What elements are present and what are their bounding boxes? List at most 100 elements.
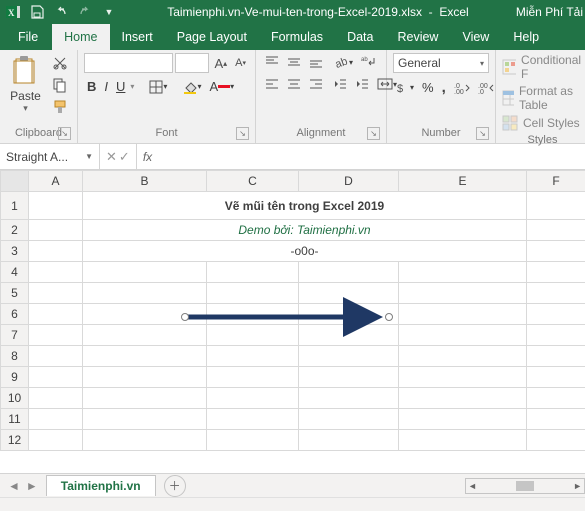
tab-formulas[interactable]: Formulas bbox=[259, 24, 335, 50]
font-size-combo[interactable] bbox=[175, 53, 209, 73]
col-header-f[interactable]: F bbox=[527, 171, 585, 192]
shape-handle-right[interactable] bbox=[385, 313, 393, 321]
row-header-3[interactable]: 3 bbox=[1, 241, 29, 262]
redo-icon[interactable] bbox=[74, 2, 96, 22]
comma-button[interactable]: , bbox=[439, 77, 449, 98]
name-box[interactable]: Straight A... ▼ bbox=[0, 144, 100, 169]
cell[interactable] bbox=[29, 283, 83, 304]
shape-handle-left[interactable] bbox=[181, 313, 189, 321]
row-header-8[interactable]: 8 bbox=[1, 346, 29, 367]
qat-dropdown-icon[interactable]: ▼ bbox=[98, 2, 120, 22]
cell[interactable] bbox=[29, 430, 83, 451]
col-header-d[interactable]: D bbox=[299, 171, 399, 192]
cell[interactable] bbox=[527, 325, 585, 346]
paste-button[interactable]: Paste ▾ bbox=[6, 53, 45, 123]
row-header-1[interactable]: 1 bbox=[1, 192, 29, 220]
wrap-text-button[interactable]: ab bbox=[358, 53, 380, 71]
cell[interactable] bbox=[83, 283, 207, 304]
decrease-decimal-button[interactable]: .00.0 bbox=[475, 79, 497, 97]
cell[interactable] bbox=[299, 262, 399, 283]
horizontal-scrollbar[interactable]: ◄ ► bbox=[465, 478, 585, 494]
cell[interactable] bbox=[299, 409, 399, 430]
decrease-font-button[interactable]: A▾ bbox=[232, 55, 249, 71]
align-center-button[interactable] bbox=[284, 75, 304, 93]
cancel-formula-button[interactable]: ✕ bbox=[106, 149, 117, 165]
row-header-12[interactable]: 12 bbox=[1, 430, 29, 451]
underline-button[interactable]: U bbox=[113, 77, 128, 96]
fx-label[interactable]: fx bbox=[137, 144, 158, 169]
align-left-button[interactable] bbox=[262, 75, 282, 93]
row-header-2[interactable]: 2 bbox=[1, 220, 29, 241]
tab-page-layout[interactable]: Page Layout bbox=[165, 24, 259, 50]
italic-button[interactable]: I bbox=[101, 77, 111, 96]
tab-file[interactable]: File bbox=[4, 24, 52, 50]
row-header-11[interactable]: 11 bbox=[1, 409, 29, 430]
cell[interactable] bbox=[399, 430, 527, 451]
cell[interactable] bbox=[527, 283, 585, 304]
row-header-10[interactable]: 10 bbox=[1, 388, 29, 409]
orientation-button[interactable]: ab▾ bbox=[332, 53, 356, 71]
cell[interactable] bbox=[29, 220, 83, 241]
align-middle-button[interactable] bbox=[284, 53, 304, 71]
font-name-combo[interactable] bbox=[84, 53, 173, 73]
format-as-table-button[interactable]: Format as Table bbox=[502, 84, 583, 112]
clipboard-launcher-icon[interactable]: ↘ bbox=[58, 127, 71, 140]
cell[interactable] bbox=[527, 346, 585, 367]
tab-review[interactable]: Review bbox=[385, 24, 450, 50]
increase-decimal-button[interactable]: .0.00 bbox=[451, 79, 473, 97]
cell[interactable] bbox=[527, 388, 585, 409]
tab-help[interactable]: Help bbox=[501, 24, 551, 50]
cell[interactable] bbox=[29, 367, 83, 388]
col-header-e[interactable]: E bbox=[399, 171, 527, 192]
sheet-nav-next-icon[interactable]: ► bbox=[26, 479, 38, 493]
cell[interactable] bbox=[29, 192, 83, 220]
col-header-a[interactable]: A bbox=[29, 171, 83, 192]
bold-button[interactable]: B bbox=[84, 77, 99, 96]
cell[interactable] bbox=[399, 325, 527, 346]
align-top-button[interactable] bbox=[262, 53, 282, 71]
cell[interactable] bbox=[207, 262, 299, 283]
increase-font-button[interactable]: A▴ bbox=[211, 54, 230, 73]
cell[interactable] bbox=[527, 192, 585, 220]
font-color-button[interactable]: A▾ bbox=[206, 77, 237, 96]
col-header-b[interactable]: B bbox=[83, 171, 207, 192]
borders-button[interactable]: ▾ bbox=[146, 78, 170, 96]
sheet-nav-prev-icon[interactable]: ◄ bbox=[8, 479, 20, 493]
cell[interactable] bbox=[83, 388, 207, 409]
cell[interactable] bbox=[527, 262, 585, 283]
scrollbar-thumb[interactable] bbox=[516, 481, 534, 491]
alignment-launcher-icon[interactable]: ↘ bbox=[367, 127, 380, 140]
cell[interactable] bbox=[299, 346, 399, 367]
sheet-tab-active[interactable]: Taimienphi.vn bbox=[46, 475, 156, 496]
cell[interactable] bbox=[83, 325, 207, 346]
cell-demo[interactable]: Demo bởi: Taimienphi.vn bbox=[83, 220, 527, 241]
tab-view[interactable]: View bbox=[450, 24, 501, 50]
tab-home[interactable]: Home bbox=[52, 24, 109, 50]
cell[interactable] bbox=[299, 283, 399, 304]
align-bottom-button[interactable] bbox=[306, 53, 326, 71]
increase-indent-button[interactable] bbox=[352, 75, 372, 93]
cell[interactable] bbox=[207, 388, 299, 409]
tab-data[interactable]: Data bbox=[335, 24, 385, 50]
row-header-9[interactable]: 9 bbox=[1, 367, 29, 388]
row-header-7[interactable]: 7 bbox=[1, 325, 29, 346]
cell[interactable] bbox=[527, 220, 585, 241]
cell[interactable] bbox=[83, 262, 207, 283]
fill-color-button[interactable]: ▾ bbox=[180, 78, 204, 96]
accounting-format-button[interactable]: $▾ bbox=[393, 79, 417, 97]
cell[interactable] bbox=[399, 283, 527, 304]
cell-ooo[interactable]: -o0o- bbox=[83, 241, 527, 262]
straight-arrow-shape[interactable] bbox=[185, 310, 385, 324]
number-launcher-icon[interactable]: ↘ bbox=[476, 127, 489, 140]
cell[interactable] bbox=[399, 367, 527, 388]
enter-formula-button[interactable]: ✓ bbox=[119, 149, 130, 165]
percent-button[interactable]: % bbox=[419, 78, 437, 97]
cell[interactable] bbox=[399, 262, 527, 283]
save-icon[interactable] bbox=[26, 2, 48, 22]
cell[interactable] bbox=[399, 409, 527, 430]
cell-styles-button[interactable]: Cell Styles bbox=[502, 115, 583, 131]
cell[interactable] bbox=[207, 430, 299, 451]
cell[interactable] bbox=[299, 367, 399, 388]
cell[interactable] bbox=[29, 325, 83, 346]
select-all-button[interactable] bbox=[1, 171, 29, 192]
